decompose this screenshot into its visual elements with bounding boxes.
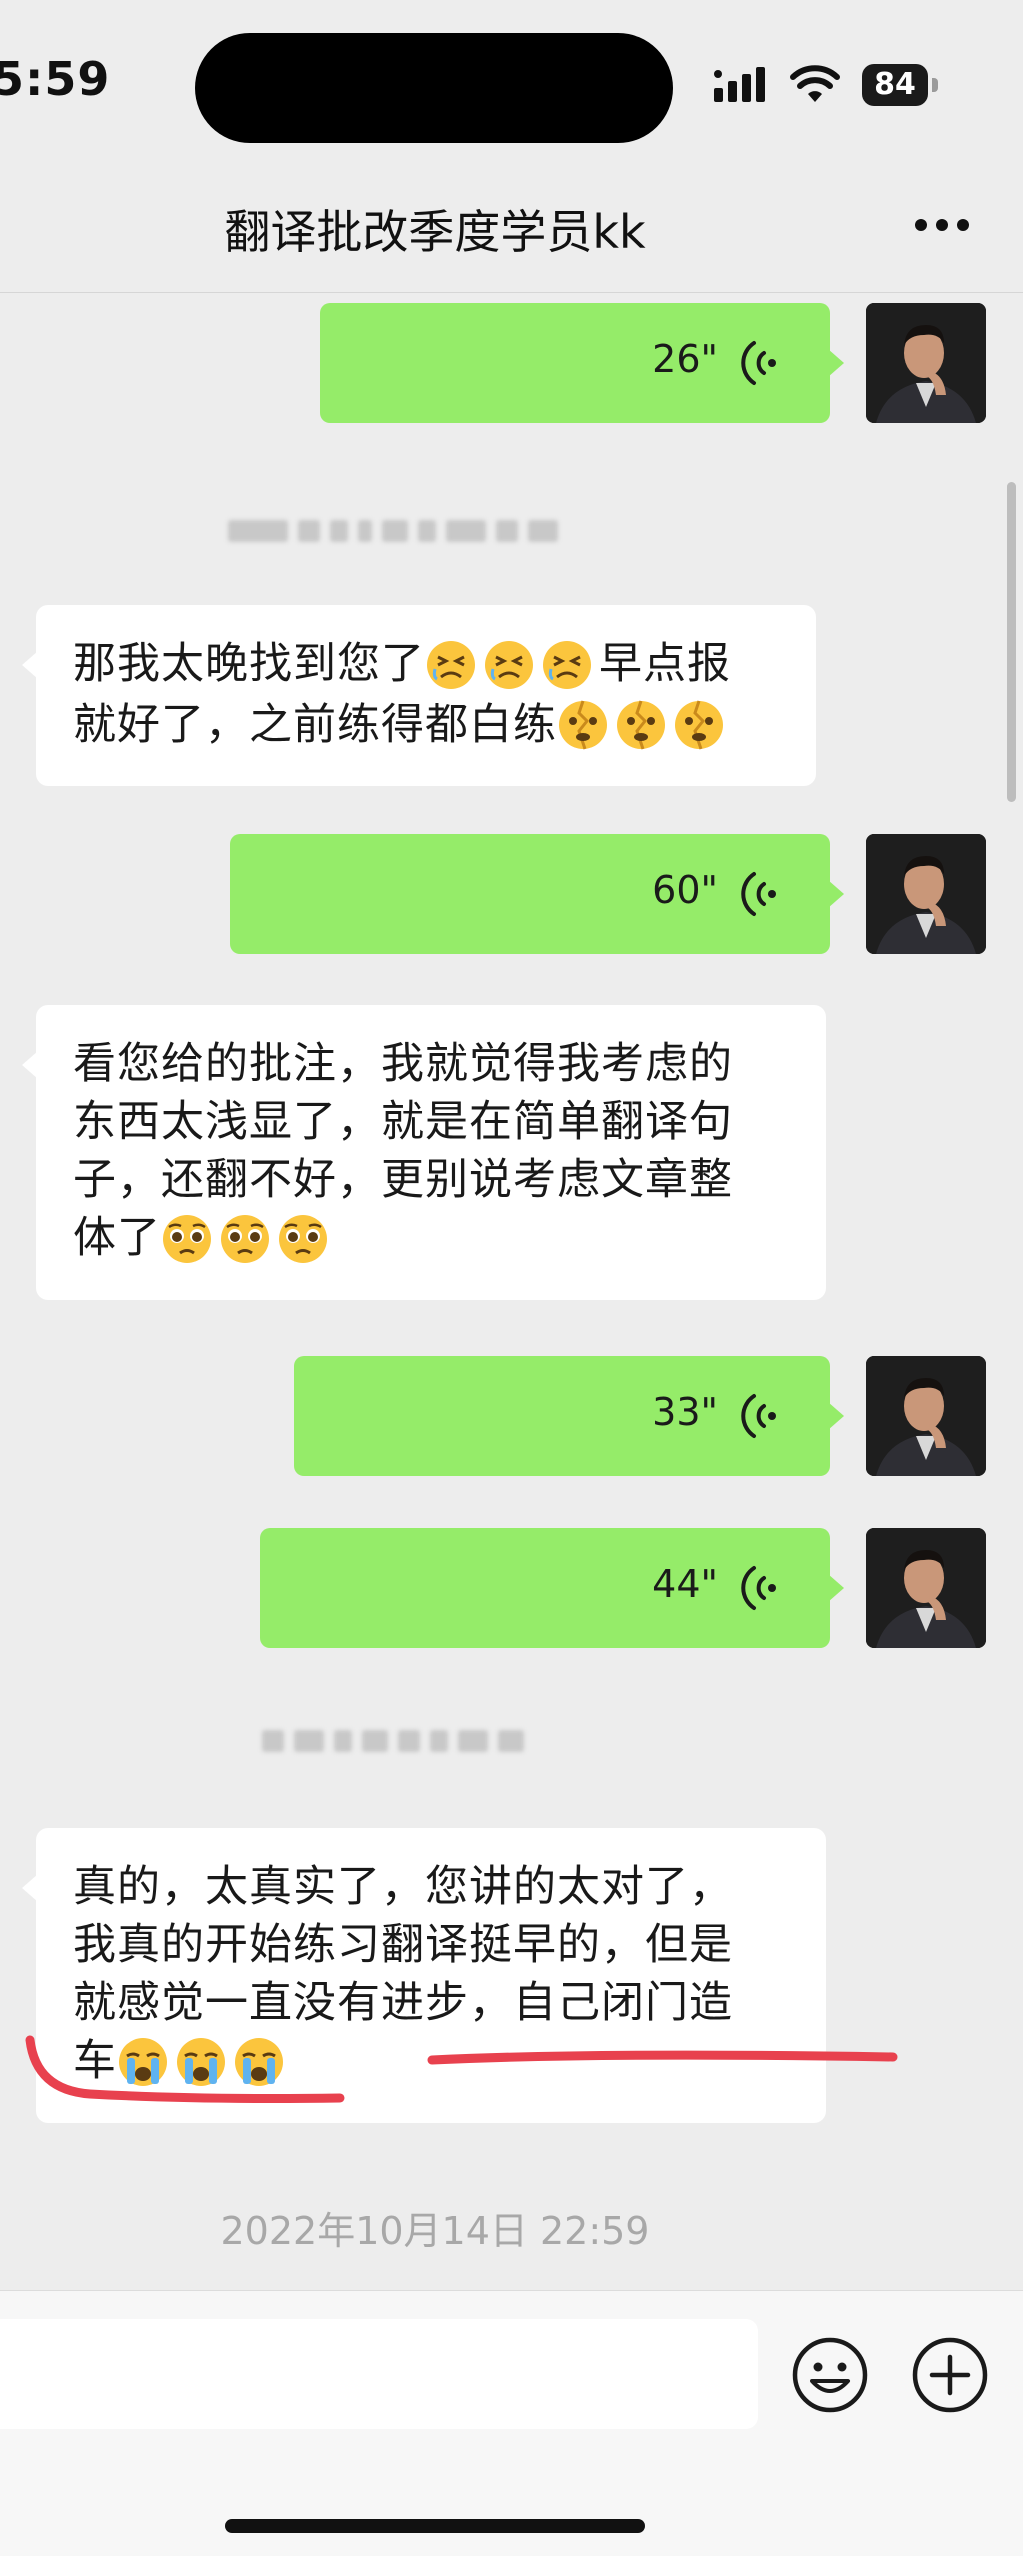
broken-face-emoji: [675, 700, 723, 750]
battery-tip: [932, 78, 938, 92]
plus-more-icon[interactable]: [910, 2335, 990, 2415]
message-text: 东西太浅显了，就是在简单翻译句: [73, 1097, 733, 1147]
nav-divider: [0, 292, 1023, 293]
blurred-timestamp: [262, 1730, 534, 1760]
received-message[interactable]: 真的，太真实了，您讲的太对了， 我真的开始练习翻译挺早的，但是 就感觉一直没有进…: [22, 1828, 826, 2123]
status-time: 5:59: [0, 52, 111, 106]
avatar-portrait: [866, 1528, 986, 1648]
persevering-face-emoji: [427, 640, 475, 689]
message-text: 体了: [73, 1213, 161, 1263]
avatar[interactable]: [866, 1528, 986, 1648]
emoji-picker-icon[interactable]: [790, 2335, 870, 2415]
voice-message[interactable]: 44": [260, 1528, 844, 1648]
wifi-icon: [790, 65, 840, 102]
emoji-group: [557, 698, 731, 756]
crying-face-emoji: [177, 2037, 225, 2086]
voice-wave-icon: [741, 872, 776, 916]
voice-wave-icon: [741, 341, 776, 385]
voice-wave-icon: [741, 1566, 776, 1610]
voice-wave-icon: [741, 1394, 776, 1438]
chat-title[interactable]: 翻译批改季度学员kk: [0, 196, 870, 262]
message-text: 真的，太真实了，您讲的太对了，: [73, 1862, 733, 1912]
crying-face-emoji: [235, 2037, 283, 2086]
crying-face-emoji: [119, 2037, 167, 2086]
blurred-timestamp: [228, 520, 568, 550]
persevering-face-emoji: [543, 640, 591, 689]
more-options-icon[interactable]: [914, 218, 970, 232]
avatar[interactable]: [866, 303, 986, 423]
persevering-face-emoji: [485, 640, 533, 689]
input-bar: [0, 2290, 1023, 2556]
battery-icon: 84: [862, 64, 940, 106]
voice-message[interactable]: 26": [320, 303, 844, 423]
message-text: 就好了，之前练得都白练: [73, 699, 557, 750]
voice-duration: 26": [652, 337, 718, 381]
battery-level: 84: [862, 64, 928, 106]
message-text: 看您给的批注，我就觉得我考虑的: [73, 1039, 733, 1089]
avatar[interactable]: [866, 834, 986, 954]
voice-duration: 60": [652, 868, 718, 912]
message-timestamp: 2022年10月14日 22:59: [220, 2209, 650, 2253]
emoji-group: [161, 1212, 335, 1270]
pleading-face-emoji: [221, 1214, 269, 1263]
emoji-group: [117, 2035, 291, 2093]
message-text: 子，还翻不好，更别说考虑文章整: [73, 1155, 733, 1205]
message-input[interactable]: [0, 2319, 758, 2429]
scrollbar[interactable]: [1007, 482, 1016, 802]
pleading-face-emoji: [279, 1214, 327, 1263]
message-text: 我真的开始练习翻译挺早的，但是: [73, 1920, 733, 1970]
avatar-portrait: [866, 303, 986, 423]
message-text: 车: [73, 2036, 117, 2086]
cellular-signal-icon: [714, 67, 765, 102]
voice-message[interactable]: 33": [294, 1356, 844, 1476]
avatar-portrait: [866, 834, 986, 954]
broken-face-emoji: [617, 700, 665, 750]
voice-duration: 44": [652, 1562, 718, 1606]
received-message[interactable]: 看您给的批注，我就觉得我考虑的 东西太浅显了，就是在简单翻译句 子，还翻不好，更…: [22, 1005, 826, 1300]
emoji-group: [425, 638, 599, 696]
avatar[interactable]: [866, 1356, 986, 1476]
message-text: 早点报: [599, 639, 731, 689]
dynamic-island: [195, 33, 673, 143]
received-message[interactable]: 那我太晚找到您了 早点报 就好了，之前练得都白练: [22, 605, 816, 786]
broken-face-emoji: [559, 700, 607, 750]
chat-screen: 5:59 84 翻译批改季度学员kk 26" 那我太晚找到您了 早点报 就好了，…: [0, 0, 1023, 2556]
avatar-portrait: [866, 1356, 986, 1476]
pleading-face-emoji: [163, 1214, 211, 1263]
home-indicator[interactable]: [225, 2519, 645, 2533]
voice-message[interactable]: 60": [230, 834, 844, 954]
voice-duration: 33": [652, 1390, 718, 1434]
message-text: 就感觉一直没有进步，自己闭门造: [73, 1978, 733, 2028]
message-text: 那我太晚找到您了: [73, 639, 425, 689]
